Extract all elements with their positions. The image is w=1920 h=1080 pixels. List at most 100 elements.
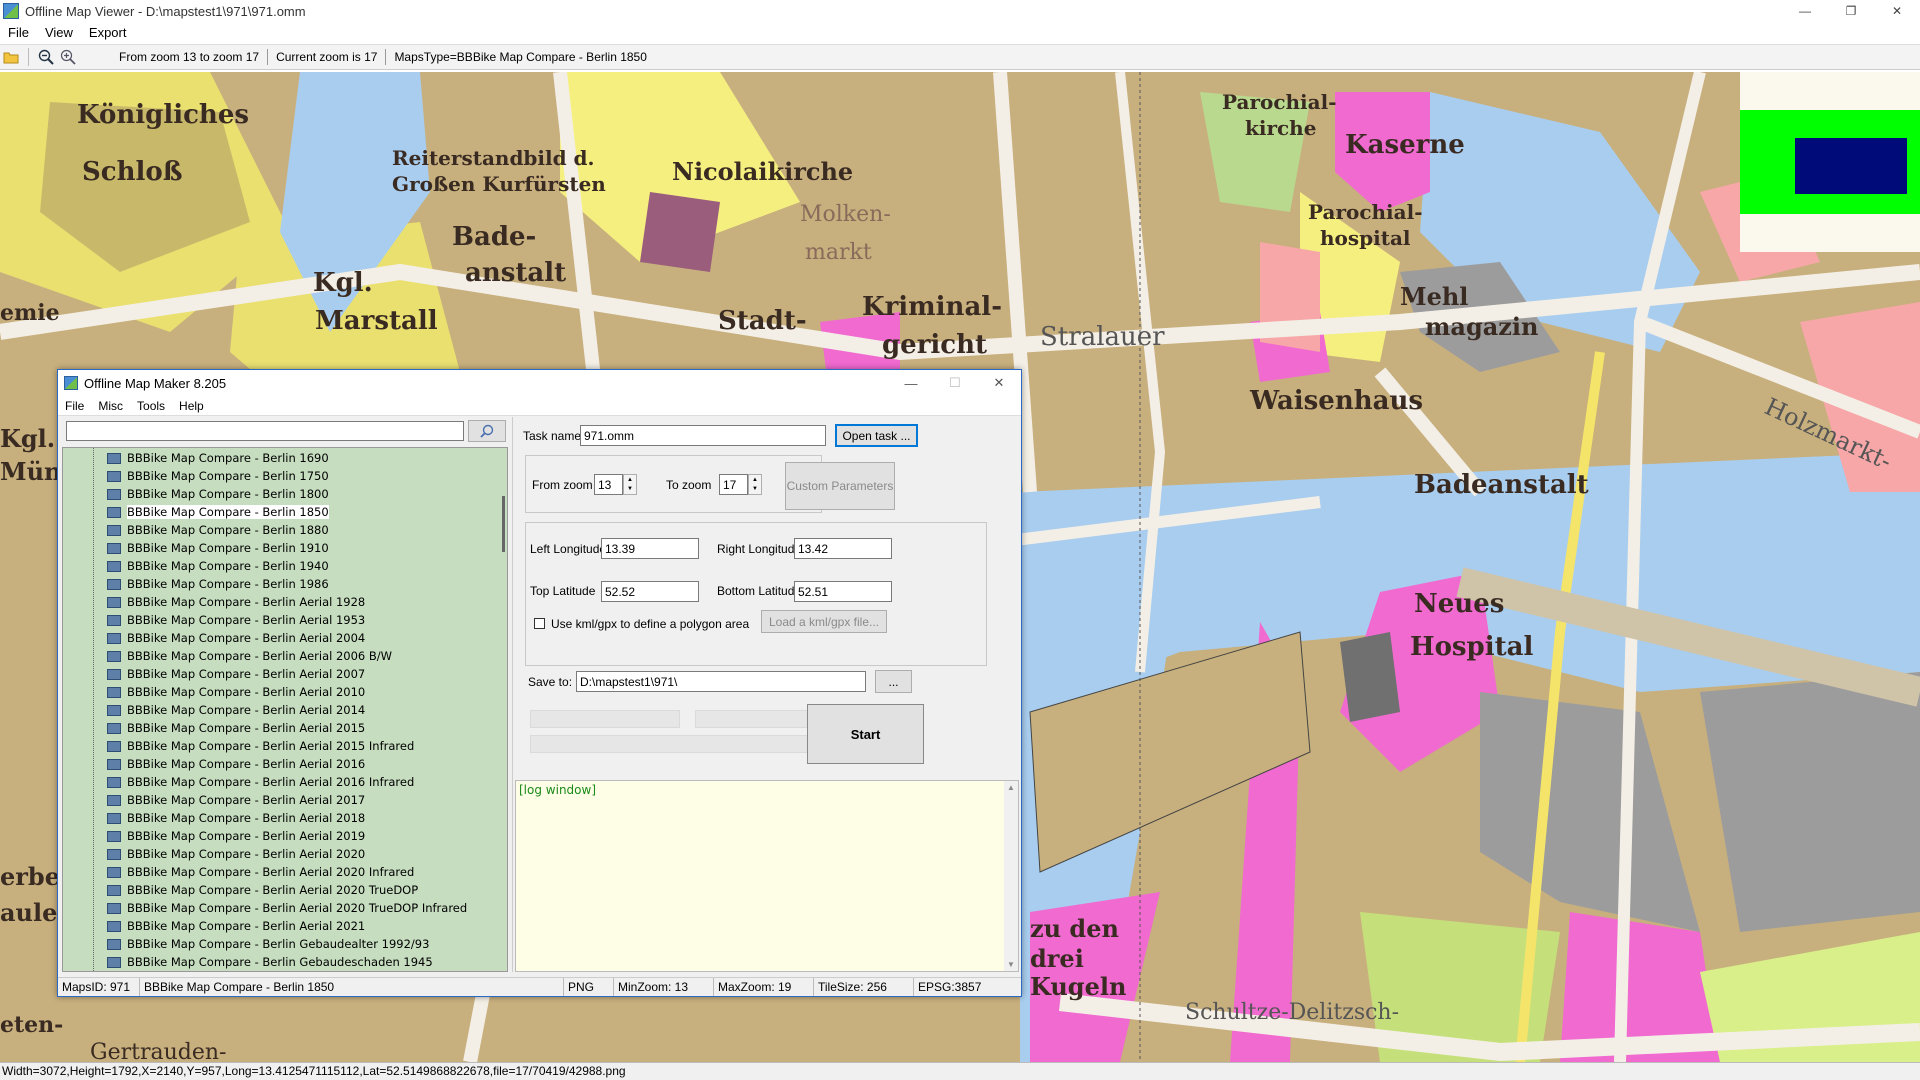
zoom-out-icon[interactable] [35,46,57,68]
status-epsg: EPSG:3857 [918,980,982,994]
custom-parameters-button[interactable]: Custom Parameters [785,462,895,510]
tree-item[interactable]: BBBike Map Compare - Berlin 1986 [63,575,503,593]
top-latitude-input[interactable] [601,581,699,602]
tree-item[interactable]: BBBike Map Compare - Berlin Aerial 2020 … [63,881,503,899]
minimize-button[interactable]: — [1782,0,1828,22]
bottom-latitude-input[interactable] [794,581,892,602]
tree-item[interactable]: BBBike Map Compare - Berlin Aerial 1928 [63,593,503,611]
scroll-up-arrow-icon[interactable]: ▲ [1004,783,1018,792]
tree-item[interactable]: BBBike Map Compare - Berlin Aerial 1953 [63,611,503,629]
tree-item[interactable]: BBBike Map Compare - Berlin Aerial 2007 [63,665,503,683]
tree-item[interactable]: BBBike Map Compare - Berlin 1850 [63,503,503,521]
menu-export[interactable]: Export [81,25,135,40]
tree-item[interactable]: BBBike Map Compare - Berlin Aerial 2004 [63,629,503,647]
tree-item[interactable]: BBBike Map Compare - Berlin Aerial 2006 … [63,647,503,665]
right-longitude-input[interactable] [794,538,892,559]
offline-map-maker-dialog: Offline Map Maker 8.205 — ☐ ✕ File Misc … [57,369,1022,997]
tree-item[interactable]: BBBike Map Compare - Berlin 1910 [63,539,503,557]
open-task-button[interactable]: Open task ... [835,424,918,447]
map-label: Stralauer [1040,322,1165,352]
map-label: Marstall [315,306,438,336]
tree-item[interactable]: BBBike Map Compare - Berlin Aerial 2020 [63,845,503,863]
search-input[interactable] [66,421,464,441]
tree-item[interactable]: BBBike Map Compare - Berlin 1750 [63,467,503,485]
map-label: gericht [882,330,988,360]
tree-item[interactable]: BBBike Map Compare - Berlin Aerial 2015 [63,719,503,737]
overview-map[interactable] [1740,72,1920,252]
log-window[interactable]: [log window] ▲ ▼ [515,780,1019,972]
tree-item[interactable]: BBBike Map Compare - Berlin Aerial 2015 … [63,737,503,755]
load-kml-button[interactable]: Load a kml/gpx file... [761,610,887,633]
save-to-input[interactable] [576,671,866,692]
open-folder-icon[interactable] [0,46,22,68]
tree-item[interactable]: BBBike Map Compare - Berlin Aerial 2010 [63,683,503,701]
dialog-title: Offline Map Maker 8.205 [84,375,227,391]
dialog-minimize-button[interactable]: — [889,370,933,396]
tree-item[interactable]: BBBike Map Compare - Berlin 1690 [63,449,503,467]
map-label: Mün [0,457,62,486]
map-source-icon [107,830,121,842]
tree-item-label: BBBike Map Compare - Berlin 1940 [127,559,329,573]
tree-item[interactable]: BBBike Map Compare - Berlin Aerial 2020 … [63,899,503,917]
map-source-icon [107,632,121,644]
maximize-button[interactable]: ❐ [1828,0,1874,22]
task-name-input[interactable] [580,425,826,446]
tree-item[interactable]: BBBike Map Compare - Berlin Aerial 2021 [63,917,503,935]
map-label: Parochial- [1222,90,1337,114]
from-zoom-spinner[interactable]: ▲ ▼ [623,474,637,495]
dialog-menu-tools[interactable]: Tools [130,399,172,413]
tree-item[interactable]: BBBike Map Compare - Berlin Aerial 2017 [63,791,503,809]
tree-item[interactable]: BBBike Map Compare - Berlin Gebaudeschad… [63,953,503,971]
tree-item-label: BBBike Map Compare - Berlin Aerial 2010 [127,685,366,699]
map-label: Neues [1414,589,1505,619]
kml-checkbox[interactable] [534,618,545,629]
zoom-in-icon[interactable] [57,46,79,68]
scroll-down-arrow-icon[interactable]: ▼ [1004,960,1018,969]
status-maps-name: BBBike Map Compare - Berlin 1850 [140,978,564,996]
close-button[interactable]: ✕ [1874,0,1920,22]
search-button[interactable] [468,420,506,442]
map-source-icon [107,506,121,518]
tree-item[interactable]: BBBike Map Compare - Berlin Aerial 2014 [63,701,503,719]
tree-item[interactable]: BBBike Map Compare - Berlin Aerial 2020 … [63,863,503,881]
tree-item[interactable]: BBBike Map Compare - Berlin 1800 [63,485,503,503]
menu-file[interactable]: File [0,25,37,40]
tree-scrollbar[interactable] [497,448,507,971]
map-label: aule [0,898,58,927]
map-label: zu den [1030,914,1119,943]
dialog-menu-misc[interactable]: Misc [91,399,130,413]
tree-item[interactable]: BBBike Map Compare - Berlin Gebaudealter… [63,935,503,953]
tree-item[interactable]: BBBike Map Compare - Berlin 1940 [63,557,503,575]
tree-item[interactable]: BBBike Map Compare - Berlin Aerial 2019 [63,827,503,845]
tree-item-label: BBBike Map Compare - Berlin 1880 [127,523,329,537]
dialog-close-button[interactable]: ✕ [977,370,1021,396]
left-longitude-input[interactable] [601,538,699,559]
tree-scroll-thumb[interactable] [502,496,505,552]
from-zoom-input[interactable] [594,474,623,495]
overview-viewport[interactable] [1795,138,1907,194]
progress-bar-total [530,735,845,753]
status-min-zoom: MinZoom: 13 [614,978,714,996]
dialog-menu-file[interactable]: File [58,399,91,413]
status-format: PNG [564,978,614,996]
dialog-menu-help[interactable]: Help [172,399,211,413]
to-zoom-label: To zoom [666,478,712,492]
tree-item[interactable]: BBBike Map Compare - Berlin 1880 [63,521,503,539]
start-button[interactable]: Start [807,704,924,764]
right-longitude-label: Right Longitude [717,542,802,556]
map-label: Nicolaikirche [672,157,854,186]
menu-view[interactable]: View [37,25,81,40]
tree-item[interactable]: BBBike Map Compare - Berlin Aerial 2016 [63,755,503,773]
tree-item-label: BBBike Map Compare - Berlin Aerial 2020 … [127,901,468,915]
log-scrollbar[interactable]: ▲ ▼ [1004,781,1018,971]
tree-item[interactable]: BBBike Map Compare - Berlin Aerial 2016 … [63,773,503,791]
toolbar-separator [28,48,29,66]
browse-button[interactable]: ... [875,670,912,693]
to-zoom-input[interactable] [719,474,748,495]
map-label: Waisenhaus [1250,386,1424,416]
to-zoom-spinner[interactable]: ▲ ▼ [748,474,762,495]
tree-item-label: BBBike Map Compare - Berlin Aerial 2017 [127,793,366,807]
map-source-icon [107,938,121,950]
tree-item[interactable]: BBBike Map Compare - Berlin Aerial 2018 [63,809,503,827]
maps-tree[interactable]: BBBike Map Compare - Berlin 1690 BBBike M… [62,447,508,972]
